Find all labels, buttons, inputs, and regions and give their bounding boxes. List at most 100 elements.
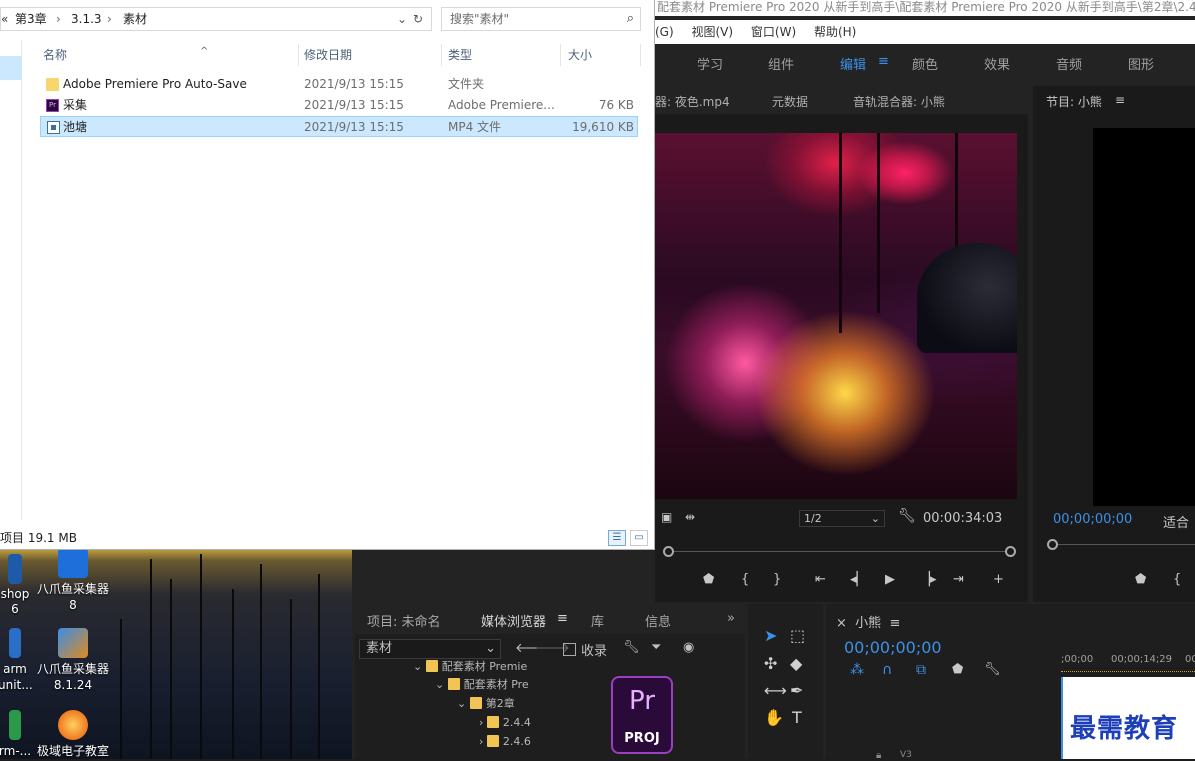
type-tool-icon[interactable]: T: [792, 708, 802, 727]
mark-in-icon[interactable]: {: [1173, 572, 1181, 587]
folder-select[interactable]: 素材 ⌄: [359, 639, 501, 659]
panel-menu-icon[interactable]: ≡: [557, 611, 568, 626]
search-icon[interactable]: ⌕: [627, 8, 634, 30]
marker-icon[interactable]: ⬟: [703, 572, 714, 587]
in-point-handle[interactable]: [663, 546, 674, 557]
menu-item-g[interactable]: (G): [655, 25, 674, 39]
out-point-handle[interactable]: [1005, 546, 1016, 557]
column-type[interactable]: 类型: [448, 46, 472, 63]
column-separator[interactable]: [298, 44, 299, 66]
lock-icon[interactable]: 🔒︎: [876, 750, 881, 761]
large-icons-view-icon[interactable]: ▭: [630, 530, 648, 546]
close-icon[interactable]: ×: [836, 616, 851, 631]
column-separator[interactable]: [560, 44, 561, 66]
go-to-out-icon[interactable]: ⇥: [953, 572, 964, 587]
tree-item[interactable]: ⌄ 配套素材 Premie: [413, 658, 527, 676]
breadcrumb-item[interactable]: 3.1.3: [71, 8, 102, 30]
timeline-settings-icon[interactable]: 🔧︎: [984, 662, 1001, 677]
tree-item[interactable]: ⌄ 配套素材 Pre: [435, 676, 529, 694]
breadcrumb-item[interactable]: 素材: [123, 8, 147, 30]
settings-arrows-icon[interactable]: ⇹: [685, 510, 695, 524]
source-time-ruler[interactable]: [663, 546, 1018, 558]
snap-magnet-icon[interactable]: ∩: [882, 662, 892, 678]
add-marker-icon[interactable]: ⬟: [952, 662, 963, 677]
mark-out-icon[interactable]: }: [773, 572, 781, 587]
view-eye-icon[interactable]: ◉: [683, 640, 694, 655]
tab-library[interactable]: 库: [591, 611, 604, 630]
razor-tool-icon[interactable]: ◆: [790, 654, 802, 673]
workspace-graphics[interactable]: 图形: [1128, 54, 1154, 73]
linked-selection-icon[interactable]: ⧉: [916, 662, 926, 678]
tab-source[interactable]: 器: 夜色.mp4: [655, 93, 730, 110]
more-tabs-icon[interactable]: »: [727, 611, 735, 626]
search-input[interactable]: 搜索"素材" ⌕: [441, 7, 641, 31]
nav-selected-item[interactable]: [0, 56, 22, 80]
workspace-effects[interactable]: 效果: [984, 54, 1010, 73]
workspace-learn[interactable]: 学习: [697, 54, 723, 73]
tree-item[interactable]: › 2.4.6: [479, 733, 531, 751]
tab-media-browser[interactable]: 媒体浏览器: [481, 611, 546, 630]
program-in-handle[interactable]: [1047, 539, 1058, 550]
project-file-thumbnail[interactable]: Pr PROJ: [611, 676, 673, 754]
workspace-menu-icon[interactable]: ≡: [878, 54, 889, 69]
selection-tool-icon[interactable]: ➤: [764, 626, 777, 645]
tree-item[interactable]: ⌄ 第2章: [457, 695, 515, 713]
panel-menu-icon[interactable]: ≡: [889, 616, 900, 631]
hand-tool-icon[interactable]: ✋: [764, 708, 784, 727]
column-name[interactable]: 名称: [43, 46, 67, 63]
details-view-icon[interactable]: ☰: [608, 530, 626, 546]
filter-icon[interactable]: ⏷: [651, 640, 661, 655]
program-fit-select[interactable]: 适合: [1163, 512, 1189, 531]
menu-item-help[interactable]: 帮助(H): [814, 25, 856, 39]
breadcrumb-item[interactable]: 第3章: [15, 8, 47, 30]
desktop-icon-bazhuayu[interactable]: 八爪鱼采集器 8: [36, 548, 110, 613]
workspace-editing[interactable]: 编辑: [840, 54, 866, 73]
desktop-icon-bazhuayu-2[interactable]: 八爪鱼采集器 8.1.24: [36, 628, 110, 693]
tab-info[interactable]: 信息: [645, 611, 671, 630]
desktop-icon-photoshop[interactable]: shop 6: [0, 554, 32, 617]
column-size[interactable]: 大小: [568, 46, 592, 63]
wrench-icon[interactable]: 🔧︎: [898, 508, 916, 524]
program-title[interactable]: 节目: 小熊: [1046, 93, 1102, 110]
menu-item-window[interactable]: 窗口(W): [751, 25, 796, 39]
chevron-down-icon[interactable]: ⌄: [397, 8, 407, 30]
program-time-ruler[interactable]: [1047, 544, 1195, 545]
file-row[interactable]: Pr 采集 2021/9/13 15:15 Adobe Premiere... …: [40, 95, 638, 116]
refresh-icon[interactable]: ↻: [413, 8, 423, 30]
mark-in-icon[interactable]: {: [741, 572, 749, 587]
resolution-select[interactable]: 1/2 ⌄: [799, 510, 885, 527]
tab-project[interactable]: 项目: 未命名: [367, 611, 441, 630]
file-row-selected[interactable]: 池塘 2021/9/13 15:15 MP4 文件 19,610 KB: [40, 116, 638, 137]
panel-menu-icon[interactable]: ≡: [1115, 93, 1125, 107]
play-icon[interactable]: ▶: [885, 572, 895, 587]
workspace-color[interactable]: 颜色: [912, 54, 938, 73]
add-button-icon[interactable]: +: [993, 572, 1004, 587]
tree-item[interactable]: › 2.4.4: [479, 714, 531, 732]
menu-item-view[interactable]: 视图(V): [692, 25, 734, 39]
tab-metadata[interactable]: 元数据: [772, 93, 808, 110]
column-date[interactable]: 修改日期: [304, 46, 352, 63]
wrench-icon[interactable]: 🔧︎: [623, 640, 640, 655]
desktop-icon-warm[interactable]: arm unit...: [0, 628, 33, 693]
go-to-in-icon[interactable]: ⇤: [815, 572, 826, 587]
step-back-icon[interactable]: ◂▏: [850, 572, 867, 587]
favorite-checkbox[interactable]: [563, 643, 576, 656]
export-frame-icon[interactable]: ▣: [661, 510, 672, 524]
timeline-ruler[interactable]: ;00;00 00;00;14;29 00: [1061, 649, 1195, 679]
tab-audio-mixer[interactable]: 音轨混合器: 小熊: [853, 93, 945, 110]
file-row[interactable]: Adobe Premiere Pro Auto-Save 2021/9/13 1…: [40, 74, 638, 95]
timeline-tab[interactable]: × 小熊 ≡: [836, 612, 900, 631]
workspace-audio[interactable]: 音频: [1056, 54, 1082, 73]
column-separator[interactable]: [441, 44, 442, 66]
ripple-edit-tool-icon[interactable]: ✣: [764, 654, 777, 673]
nest-icon[interactable]: ⁂: [850, 662, 864, 678]
address-bar[interactable]: « 第3章 › 3.1.3 › 素材 ⌄ ↻: [0, 7, 432, 31]
pen-tool-icon[interactable]: ✒: [790, 681, 803, 700]
breadcrumb-prev-icon[interactable]: «: [1, 8, 8, 30]
column-separator[interactable]: [640, 44, 641, 66]
workspace-assembly[interactable]: 组件: [768, 54, 794, 73]
marker-icon[interactable]: ⬟: [1135, 572, 1146, 587]
step-forward-icon[interactable]: ▕▸: [920, 572, 937, 587]
track-select-tool-icon[interactable]: ⬚: [790, 626, 805, 645]
desktop-icon-rm[interactable]: rm-...: [0, 710, 32, 759]
